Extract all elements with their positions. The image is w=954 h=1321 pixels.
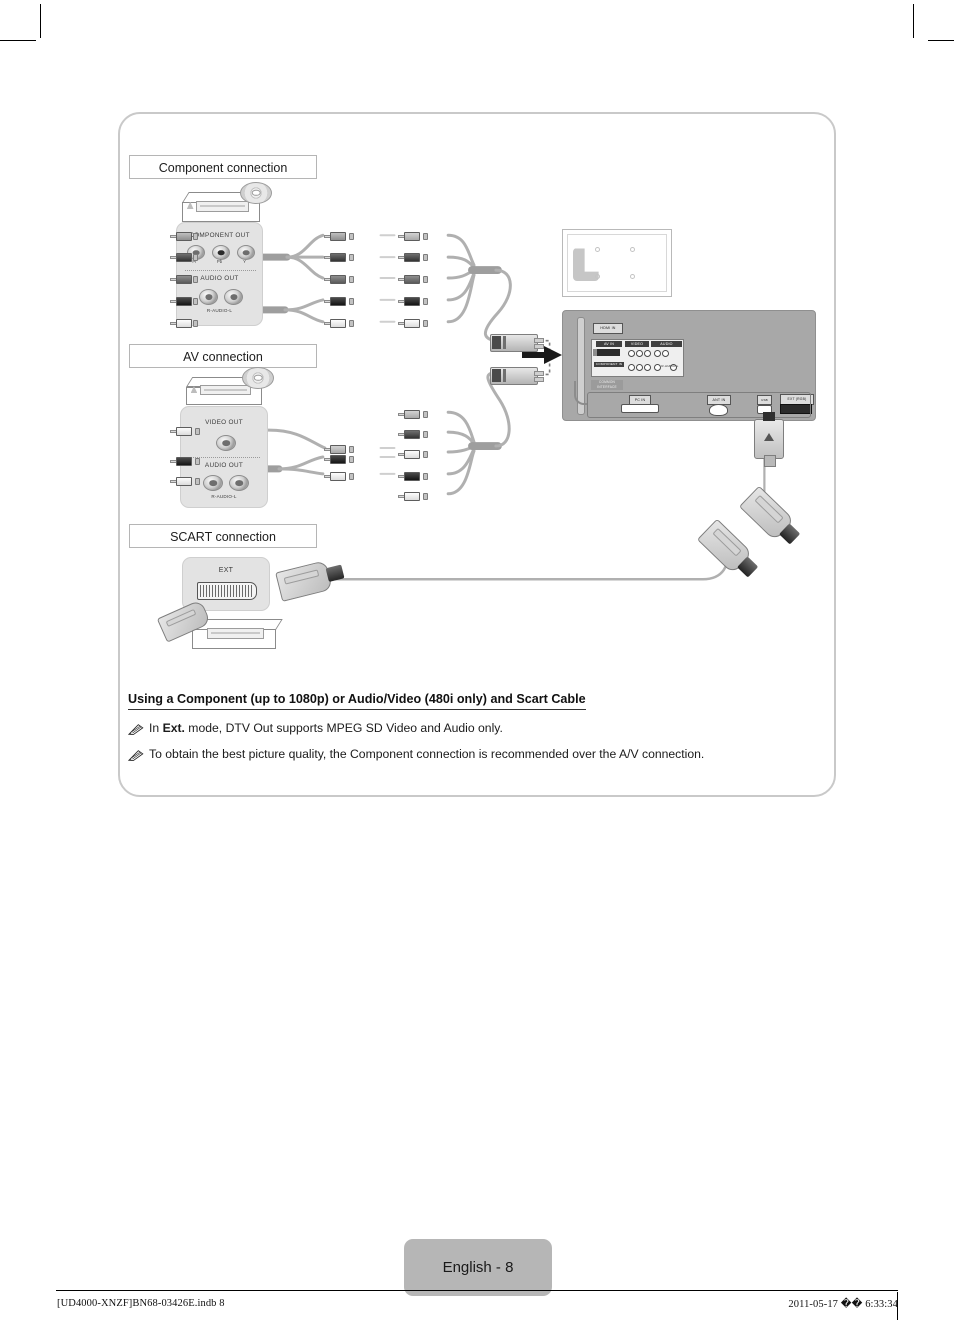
- notes-title: Using a Component (up to 1080p) or Audio…: [128, 692, 586, 710]
- plug-audio-l-left-av: [170, 477, 200, 486]
- scart-plug-cable-left: [275, 560, 345, 602]
- audio-r-l-label: R-AUDIO-L: [661, 364, 679, 368]
- jack-video-out-av: [216, 435, 236, 451]
- note-suffix: mode, DTV Out supports MPEG SD Video and…: [184, 721, 503, 735]
- plug-audio-r-mid: [324, 297, 354, 306]
- footer-timestamp: 2011-05-17 �� 6:33:34: [788, 1299, 898, 1310]
- common-interface-label: COMMON INTERFACE: [591, 380, 623, 390]
- plug-component-pb-left: [170, 253, 198, 262]
- plug-audio-r-mid-av: [324, 455, 354, 464]
- page-number-label: English - 8: [442, 1259, 514, 1276]
- crop-mark-top-left-horizontal: [0, 40, 36, 42]
- jack-y: [237, 245, 255, 260]
- tv-back-panel: HDMI IN AV IN VIDEO AUDIO COMPONENT IN R…: [562, 310, 816, 421]
- scart-caption-text: SCART connection: [170, 530, 276, 544]
- crop-mark-top-right-vertical: [913, 4, 915, 38]
- plug-component-pb-right: [398, 253, 428, 262]
- plug-component-pr-left: [170, 232, 198, 241]
- note-text: In Ext. mode, DTV Out supports MPEG SD V…: [149, 721, 503, 736]
- component-mini-plug-top: [490, 334, 544, 352]
- plug-audio-l-right: [398, 319, 428, 328]
- component-audio-caption: R-AUDIO-L: [206, 308, 233, 313]
- scart-adapter-head: [754, 412, 784, 467]
- plug-pb-right-av: [398, 430, 428, 439]
- scart-plug-lower-right: [696, 518, 758, 578]
- footer-file-name: [UD4000-XNZF]BN68-03426E.indb 8: [57, 1298, 225, 1309]
- scart-socket-icon: [197, 582, 257, 600]
- jack-label-y: Y: [243, 259, 246, 264]
- plug-audio-r-right: [398, 297, 428, 306]
- component-caption-text: Component connection: [158, 161, 288, 175]
- pencil-note-icon: [128, 750, 144, 762]
- notes-block: Using a Component (up to 1080p) or Audio…: [128, 690, 828, 763]
- av-component-port-block: AV IN VIDEO AUDIO COMPONENT IN R-AUDIO-L: [591, 339, 684, 377]
- section-caption-scart: SCART connection: [129, 524, 317, 548]
- disc-icon-av: [242, 367, 274, 389]
- plug-component-pr-right: [398, 232, 428, 241]
- plug-component-y-left: [170, 275, 198, 284]
- plug-audio-r-left: [170, 297, 198, 306]
- video-label: VIDEO: [625, 341, 649, 347]
- crop-mark-top-right-horizontal: [928, 40, 954, 42]
- plug-audio-r-left-av: [170, 457, 200, 466]
- note-text: To obtain the best picture quality, the …: [149, 747, 704, 762]
- plug-y-right-av: [398, 450, 428, 459]
- plate-divider-component: [185, 270, 256, 271]
- plug-component-pb-mid: [324, 253, 354, 262]
- disc-icon-component: [240, 182, 272, 204]
- plug-pr-right-av: [398, 410, 428, 419]
- tv-rear-illustration: [562, 229, 672, 297]
- plug-audio-l-mid: [324, 319, 354, 328]
- jack-audio-r-component: [199, 289, 218, 305]
- plug-audio-r-right-av: [398, 472, 428, 481]
- footer-rule: [56, 1290, 898, 1291]
- page-number-tab: English - 8: [404, 1239, 552, 1296]
- plug-component-y-right: [398, 275, 428, 284]
- section-caption-component: Component connection: [129, 155, 317, 179]
- jack-audio-l-component: [224, 289, 243, 305]
- note-item: To obtain the best picture quality, the …: [128, 747, 828, 762]
- plug-video-left-av: [170, 427, 200, 436]
- plug-component-pr-mid: [324, 232, 354, 241]
- ext-title: EXT: [218, 567, 234, 574]
- audio-label: AUDIO: [651, 341, 682, 347]
- plug-video-mid-av: [324, 445, 354, 454]
- note-prefix: In: [149, 721, 163, 735]
- plug-audio-l-right-av: [398, 492, 428, 501]
- hdmi-in-label: HDMI IN: [593, 323, 623, 334]
- section-caption-av: AV connection: [129, 344, 317, 368]
- av-video-out-title: VIDEO OUT: [205, 419, 243, 426]
- av-caption-text: AV connection: [183, 350, 263, 364]
- jack-pb: [212, 245, 230, 260]
- plug-audio-l-mid-av: [324, 472, 354, 481]
- note-suffix: To obtain the best picture quality, the …: [149, 747, 705, 762]
- jack-audio-l-av: [229, 475, 249, 491]
- plate-divider-av: [190, 457, 260, 458]
- plug-component-y-mid: [324, 275, 354, 284]
- av-in-label: AV IN: [596, 341, 622, 347]
- component-in-label: COMPONENT IN: [594, 362, 624, 367]
- plug-audio-l-left: [170, 319, 198, 328]
- crop-mark-top-left-vertical: [40, 4, 42, 38]
- pencil-note-icon: [128, 724, 144, 735]
- note-bold: Ext.: [162, 721, 185, 735]
- component-mini-plug-bottom: [490, 367, 544, 385]
- scart-plug-upper-right: [738, 485, 800, 545]
- jack-audio-r-av: [203, 475, 223, 491]
- note-item: In Ext. mode, DTV Out supports MPEG SD V…: [128, 721, 828, 736]
- av-audio-caption: R-AUDIO-L: [211, 494, 237, 499]
